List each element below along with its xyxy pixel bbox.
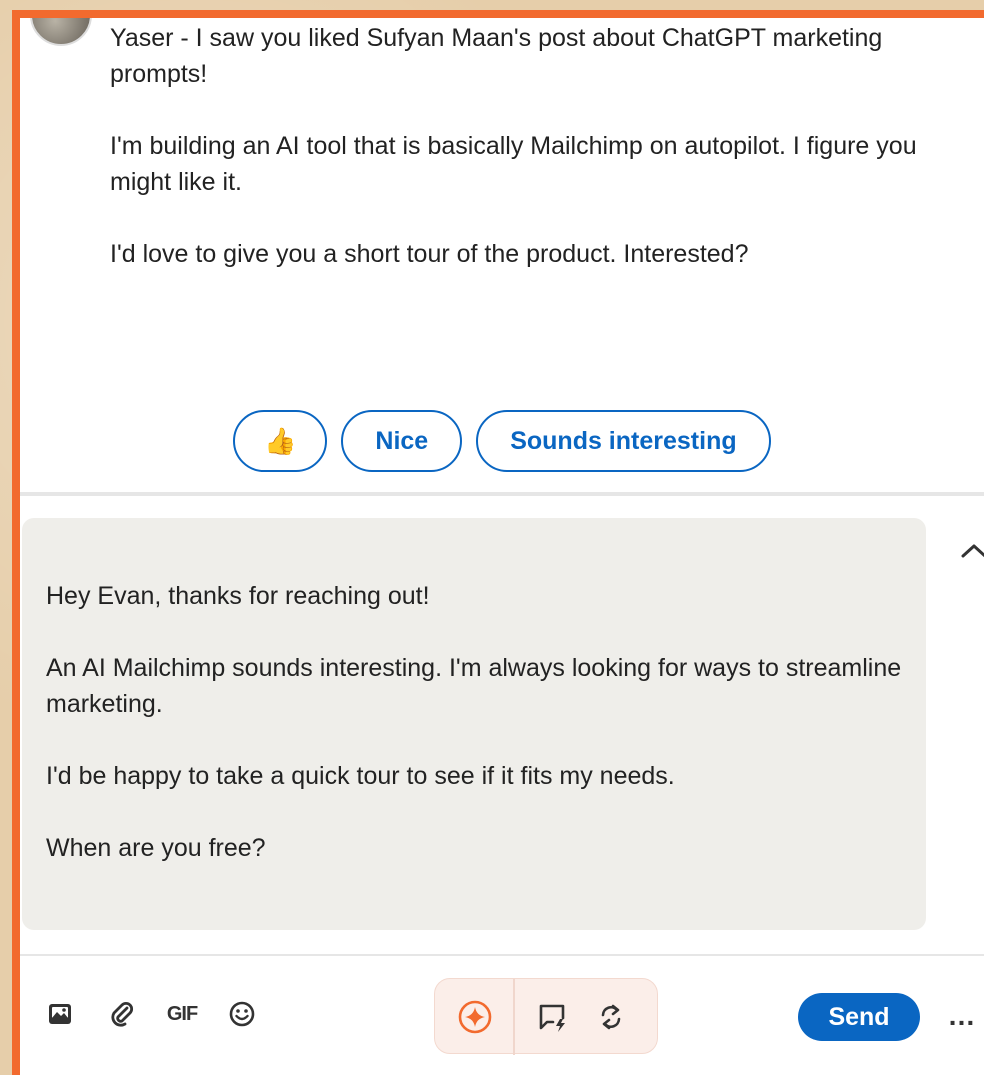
compose-paragraph: An AI Mailchimp sounds interesting. I'm …	[46, 654, 902, 718]
quick-reply-thumbs-up[interactable]: 👍	[233, 410, 328, 472]
expand-compose-button[interactable]	[954, 536, 984, 566]
quick-replies: 👍 Nice Sounds interesting	[20, 410, 984, 472]
incoming-paragraph: I'd love to give you a short tour of the…	[110, 240, 749, 268]
messaging-window: Yaser - I saw you liked Sufyan Maan's po…	[12, 10, 984, 1075]
quick-reply-sounds-interesting[interactable]: Sounds interesting	[476, 410, 771, 472]
message-compose-box[interactable]: Hey Evan, thanks for reaching out! An AI…	[22, 518, 926, 930]
rewrite-icon	[601, 1004, 621, 1030]
incoming-message: Yaser - I saw you liked Sufyan Maan's po…	[110, 20, 950, 272]
segment-divider	[513, 979, 515, 1055]
sender-avatar[interactable]	[30, 18, 92, 46]
compose-paragraph: When are you free?	[46, 834, 266, 862]
divider	[20, 492, 984, 496]
compose-paragraph: I'd be happy to take a quick tour to see…	[46, 762, 675, 790]
attachment-icon	[111, 1001, 134, 1027]
image-icon	[49, 1004, 71, 1024]
gif-icon: GIF	[166, 1002, 198, 1025]
more-icon: …	[947, 1000, 977, 1031]
incoming-paragraph: I'm building an AI tool that is basicall…	[110, 132, 917, 196]
quick-reply-nice[interactable]: Nice	[341, 410, 463, 472]
send-button[interactable]: Send	[798, 993, 920, 1041]
incoming-paragraph: Yaser - I saw you liked Sufyan Maan's po…	[110, 24, 883, 88]
compose-paragraph: Hey Evan, thanks for reaching out!	[46, 582, 430, 610]
emoji-button[interactable]	[220, 992, 264, 1036]
ai-assist-button[interactable]	[453, 995, 497, 1039]
message-ai-icon	[539, 1004, 565, 1032]
ai-sparkle-icon	[458, 1000, 492, 1034]
rewrite-button[interactable]	[589, 995, 633, 1039]
emoji-icon	[229, 1001, 255, 1027]
attach-file-button[interactable]	[100, 992, 144, 1036]
message-assist-button[interactable]	[531, 995, 575, 1039]
more-options-button[interactable]: …	[942, 994, 982, 1038]
attach-image-button[interactable]	[38, 992, 82, 1036]
compose-toolbar: GIF Send …	[20, 978, 984, 1068]
thumbs-up-icon: 👍	[264, 425, 297, 456]
ai-tools-group	[434, 978, 658, 1055]
divider	[20, 954, 984, 956]
chevron-up-icon	[961, 544, 984, 558]
gif-button[interactable]: GIF	[160, 992, 204, 1036]
